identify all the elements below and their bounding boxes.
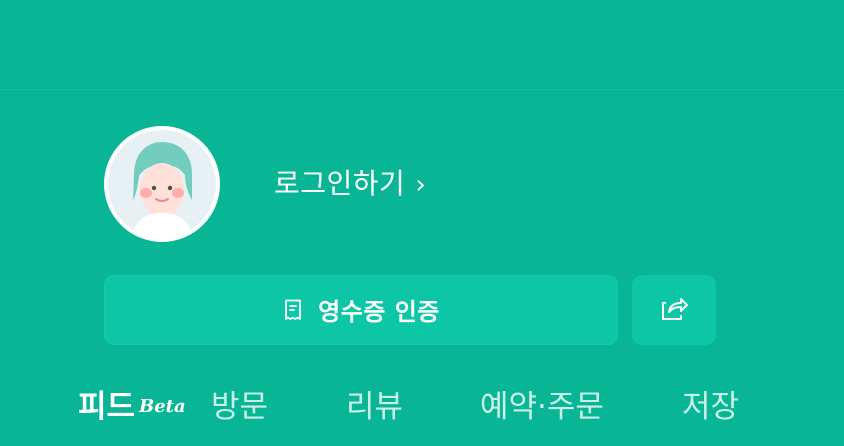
receipt-verification-button[interactable]: 영수증 인증: [104, 275, 618, 345]
login-link[interactable]: 로그인하기 ›: [274, 164, 426, 204]
share-icon: [658, 292, 690, 328]
profile-tabs: 피드 Beta 방문 리뷰 예약·주문 저장: [78, 384, 798, 434]
tab-visits-label: 방문: [211, 389, 269, 425]
profile-avatar-icon[interactable]: [104, 126, 220, 242]
profile-section: 로그인하기 ›: [104, 126, 664, 242]
tab-saved-label: 저장: [682, 389, 740, 425]
receipt-verification-label: 영수증 인증: [318, 297, 440, 326]
tab-feed[interactable]: 피드 Beta: [78, 384, 186, 430]
receipt-icon: [282, 299, 304, 321]
tab-saved[interactable]: 저장: [682, 384, 739, 430]
tab-visits[interactable]: 방문: [211, 384, 268, 430]
beta-badge: Beta: [139, 396, 186, 417]
chevron-right-icon: ›: [415, 170, 427, 200]
top-bar-divider: [0, 89, 844, 90]
top-bar: [0, 0, 844, 89]
tab-reservations-orders[interactable]: 예약·주문: [480, 384, 604, 430]
login-label[interactable]: 로그인하기: [274, 164, 405, 204]
tab-reviews-label: 리뷰: [346, 389, 404, 425]
tab-reviews[interactable]: 리뷰: [346, 384, 403, 430]
tab-feed-label: 피드: [78, 389, 136, 425]
share-button[interactable]: [632, 275, 716, 345]
tab-reservations-orders-label: 예약·주문: [480, 389, 604, 425]
